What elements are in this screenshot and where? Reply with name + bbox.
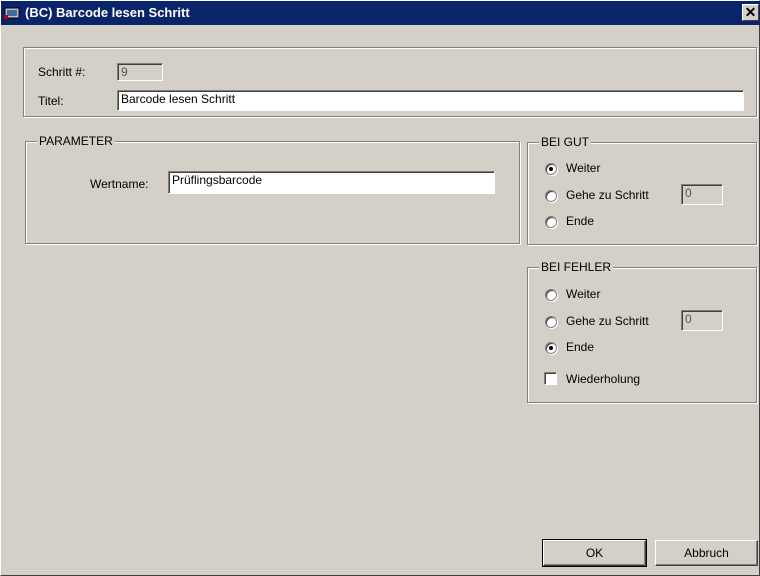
title-input[interactable]: Barcode lesen Schritt [117, 90, 744, 111]
bei-fehler-ende-label[interactable]: Ende [566, 340, 594, 354]
title-bar[interactable]: (BC) Barcode lesen Schritt ✕ [1, 1, 760, 25]
bei-gut-legend: BEI GUT [539, 135, 592, 149]
wertname-input[interactable]: Prüflingsbarcode [168, 171, 495, 194]
ok-button[interactable]: OK [542, 539, 647, 567]
bei-gut-weiter-label[interactable]: Weiter [566, 161, 600, 175]
bei-fehler-gehe-radio[interactable] [545, 316, 557, 328]
step-number-field: 9 [117, 63, 163, 81]
window-title: (BC) Barcode lesen Schritt [25, 5, 190, 20]
bei-fehler-weiter-radio[interactable] [545, 289, 557, 301]
bei-gut-step-input: 0 [681, 184, 723, 205]
bei-gut-gehe-radio[interactable] [545, 190, 557, 202]
bei-fehler-ende-radio[interactable] [545, 342, 557, 354]
wiederholung-label[interactable]: Wiederholung [566, 372, 640, 386]
wertname-label: Wertname: [90, 177, 149, 191]
bei-fehler-group [527, 267, 757, 403]
parameter-legend: PARAMETER [37, 134, 115, 148]
bei-fehler-gehe-label[interactable]: Gehe zu Schritt [566, 314, 649, 328]
cancel-button[interactable]: Abbruch [655, 540, 758, 566]
step-number-label: Schritt #: [38, 65, 86, 79]
bei-fehler-step-input: 0 [681, 310, 723, 331]
app-icon [4, 7, 20, 19]
bei-gut-weiter-radio[interactable] [545, 163, 557, 175]
bei-gut-ende-label[interactable]: Ende [566, 214, 594, 228]
title-label: Titel: [38, 94, 64, 108]
wiederholung-checkbox[interactable] [544, 372, 557, 385]
bei-gut-ende-radio[interactable] [545, 216, 557, 228]
close-button[interactable]: ✕ [742, 4, 759, 21]
close-icon: ✕ [744, 4, 757, 20]
bei-fehler-legend: BEI FEHLER [539, 260, 614, 274]
dialog-window: (BC) Barcode lesen Schritt ✕ Schritt #: … [0, 0, 760, 576]
bei-gut-gehe-label[interactable]: Gehe zu Schritt [566, 188, 649, 202]
bei-fehler-weiter-label[interactable]: Weiter [566, 287, 600, 301]
